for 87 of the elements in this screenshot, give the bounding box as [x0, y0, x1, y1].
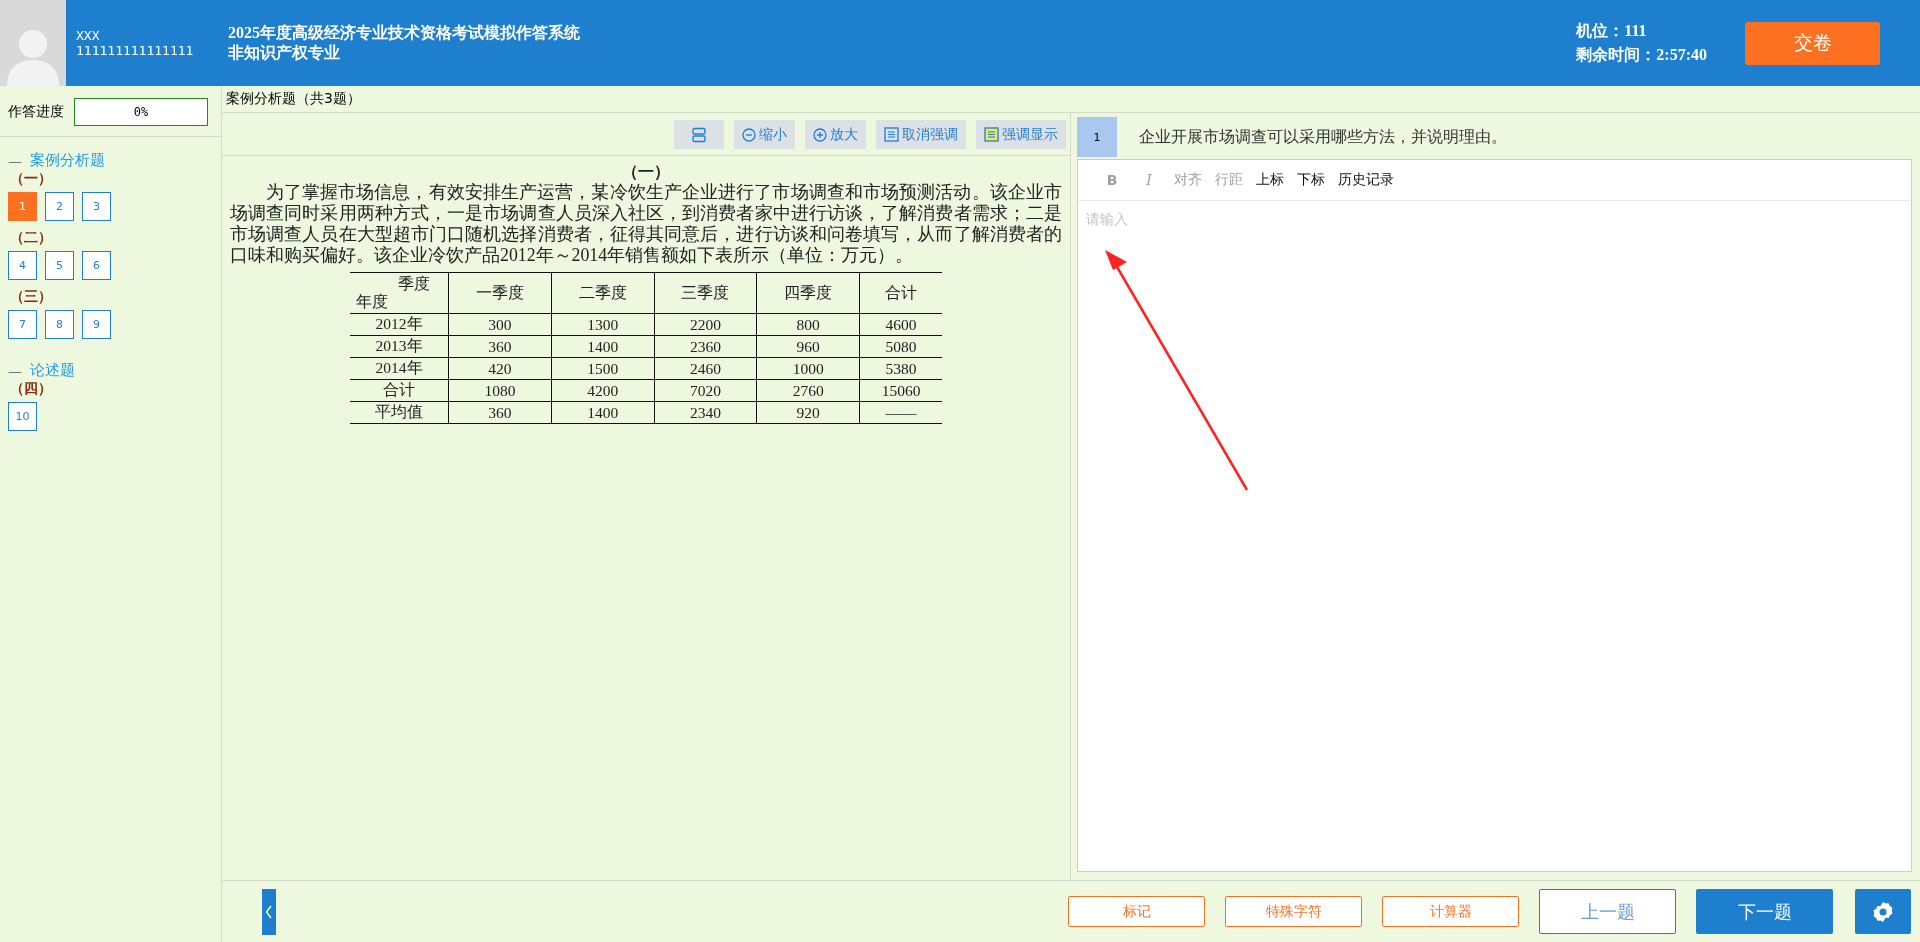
highlighted-lines-icon — [984, 127, 999, 142]
category-title[interactable]: 论述题 — [30, 361, 75, 380]
progress-value: 0% — [133, 105, 149, 119]
editor-tool-button[interactable]: 历史记录 — [1336, 171, 1396, 189]
split-view-icon — [691, 126, 707, 143]
table-header-cell: 四季度 — [756, 272, 860, 314]
section-label: （二） — [10, 229, 53, 247]
category-title[interactable]: 案例分析题 — [30, 151, 105, 170]
collapse-toggle[interactable]: — — [8, 362, 22, 379]
question-number-button[interactable]: 3 — [82, 192, 111, 221]
table-cell: 1000 — [756, 357, 860, 380]
layout-toggle-button[interactable] — [674, 120, 724, 149]
section-label: （一） — [10, 170, 53, 188]
table-cell: 420 — [448, 357, 552, 380]
table-cell: 360 — [448, 401, 552, 424]
case-text: 为了掌握市场信息，有效安排生产运营，某冷饮生产企业进行了市场调查和市场预测活动。该企业市场调查同时采用两种方式，一是市场调查人员深入社区，到消费者家中进行访谈，了解消费者需求；二是市场调查人员在大型超市门口随机选择消费者，征得其同意后，进行访谈和问卷填写，从而了解消费者的口味和购买偏好。该企业冷饮产品2012年～2014年销售额如下表所示（单位：万元）。 — [230, 182, 1062, 266]
section-label: （四） — [10, 380, 53, 398]
table-header-cell: 合计 — [859, 272, 942, 314]
question-number-button[interactable]: 1 — [8, 192, 37, 221]
settings-button[interactable] — [1855, 889, 1911, 934]
lines-icon — [884, 127, 899, 142]
passage-tool-button[interactable]: 缩小 — [734, 120, 795, 149]
table-cell: 2012年 — [350, 313, 449, 336]
table-cell: 2013年 — [350, 335, 449, 358]
next-question-button[interactable]: 下一题 — [1696, 889, 1833, 934]
table-cell: 2014年 — [350, 357, 449, 380]
collapse-panel-button[interactable] — [262, 888, 276, 935]
answer-input-field[interactable]: 请输入 — [1077, 201, 1912, 872]
table-cell: 2760 — [756, 379, 860, 402]
table-cell: 360 — [448, 335, 552, 358]
table-cell: 1400 — [551, 335, 655, 358]
table-cell: 800 — [756, 313, 860, 336]
table-cell: 合计 — [350, 379, 449, 402]
candidate-name: XXX — [76, 28, 101, 43]
table-header-cell: 季度 — [398, 275, 430, 292]
table-cell: 300 — [448, 313, 552, 336]
table-cell: 2340 — [654, 401, 757, 424]
row-header-label: 年度 — [356, 293, 388, 310]
table-cell: 1400 — [551, 401, 655, 424]
progress-label: 作答进度 — [8, 103, 64, 121]
table-cell: 2360 — [654, 335, 757, 358]
question-text: 企业开展市场调查可以采用哪些方法，并说明理由。 — [1139, 126, 1507, 147]
passage-tool-button[interactable]: 放大 — [805, 120, 866, 149]
passage-tool-button[interactable]: 强调显示 — [976, 120, 1066, 149]
table-cell: 960 — [756, 335, 860, 358]
case-heading: （一） — [621, 162, 671, 182]
question-number-button[interactable]: 2 — [45, 192, 74, 221]
table-cell: 1080 — [448, 379, 552, 402]
question-number: 1 — [1077, 117, 1117, 157]
table-header-cell: 二季度 — [551, 272, 655, 314]
passage-tool-button[interactable]: 取消强调 — [876, 120, 966, 149]
tool-button[interactable]: 标记 — [1068, 896, 1205, 927]
minus-circle-icon — [742, 127, 756, 142]
question-number-button[interactable]: 5 — [45, 251, 74, 280]
previous-question-button[interactable]: 上一题 — [1539, 889, 1676, 934]
settings-icon — [1871, 899, 1895, 924]
collapse-toggle[interactable]: — — [8, 152, 22, 169]
question-number-button[interactable]: 4 — [8, 251, 37, 280]
question-number-button[interactable]: 8 — [45, 310, 74, 339]
table-header-cell: 三季度 — [654, 272, 757, 314]
seat-number: 机位：111 — [1576, 21, 1648, 41]
section-label: （三） — [10, 288, 53, 306]
table-cell: 2200 — [654, 313, 757, 336]
section-title: 案例分析题（共3题） — [226, 90, 361, 108]
table-cell: 920 — [756, 401, 860, 424]
question-number-button[interactable]: 9 — [82, 310, 111, 339]
table-cell: 平均值 — [350, 401, 449, 424]
exam-subtitle: 非知识产权专业 — [228, 43, 341, 63]
table-cell: 2460 — [654, 357, 757, 380]
candidate-id: 111111111111111 — [76, 43, 195, 58]
editor-tool-button[interactable]: 下标 — [1295, 171, 1327, 189]
table-cell: 4200 — [551, 379, 655, 402]
question-number-button[interactable]: 6 — [82, 251, 111, 280]
table-header-cell: 一季度 — [448, 272, 552, 314]
table-cell: 1300 — [551, 313, 655, 336]
chevron-left-icon — [265, 904, 273, 919]
tool-button[interactable]: 计算器 — [1382, 896, 1519, 927]
exam-title: 2025年度高级经济专业技术资格考试模拟作答系统 — [228, 23, 581, 43]
plus-circle-icon — [813, 127, 827, 142]
tool-button[interactable]: 特殊字符 — [1225, 896, 1362, 927]
editor-tool-button[interactable]: 上标 — [1254, 171, 1286, 189]
time-remaining: 剩余时间：2:57:40 — [1576, 45, 1707, 65]
submit-button[interactable]: 交卷 — [1745, 21, 1880, 65]
question-number-button[interactable]: 10 — [8, 402, 37, 431]
question-number-button[interactable]: 7 — [8, 310, 37, 339]
table-cell: 1500 — [551, 357, 655, 380]
table-cell: 7020 — [654, 379, 757, 402]
